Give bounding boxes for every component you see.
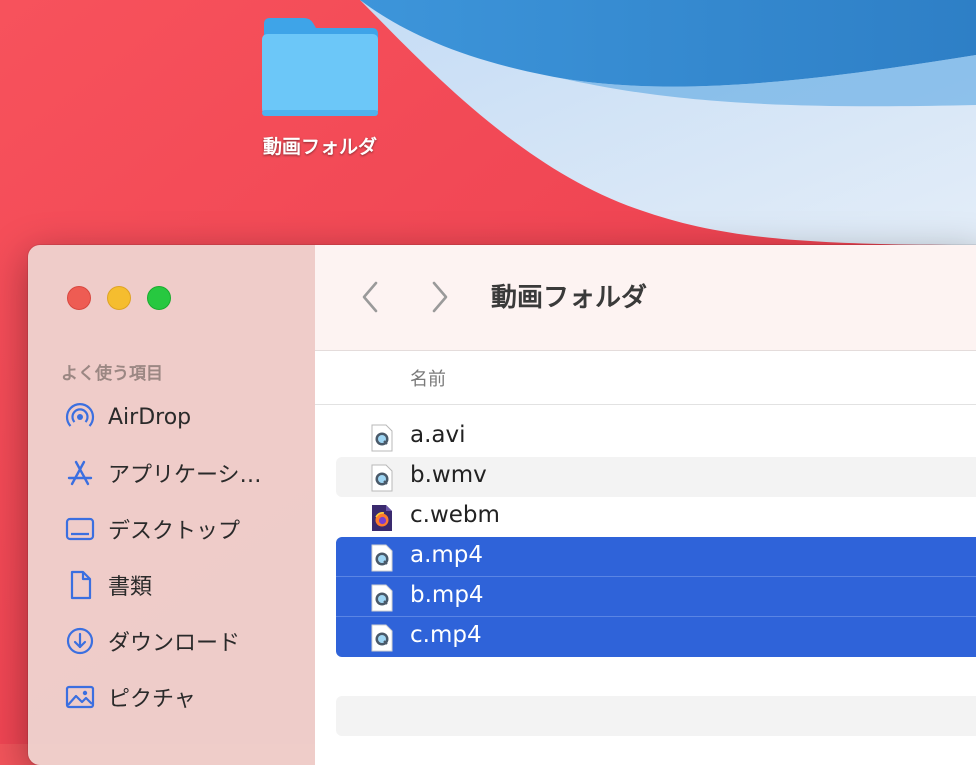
sidebar-item-pictures[interactable]: ピクチャ <box>63 677 303 717</box>
file-row[interactable]: b.mp4 <box>336 577 976 617</box>
file-row[interactable]: b.wmv <box>336 457 976 497</box>
file-row[interactable]: c.mp4 <box>336 617 976 657</box>
folder-icon <box>262 18 378 116</box>
file-name: c.webm <box>410 502 500 528</box>
sidebar-item-applications[interactable]: アプリケーシ… <box>63 453 303 493</box>
file-name: a.avi <box>410 422 466 448</box>
sidebar-item-desktop[interactable]: デスクトップ <box>63 509 303 549</box>
quicktime-file-icon <box>371 544 393 572</box>
applications-icon <box>63 456 97 490</box>
main-content: 動画フォルダ 名前 a.avi b.wmv c.webm a.mp4 b.mp4… <box>315 245 976 765</box>
quicktime-file-icon <box>371 624 393 652</box>
empty-list-row <box>336 696 976 736</box>
airdrop-icon <box>63 400 97 434</box>
quicktime-file-icon <box>371 584 393 612</box>
firefox-file-icon <box>372 505 392 531</box>
sidebar-section-favorites: よく使う項目 <box>61 364 163 384</box>
pictures-icon <box>63 680 97 714</box>
zoom-button[interactable] <box>147 286 171 310</box>
column-header-name[interactable]: 名前 <box>410 365 446 391</box>
file-name: b.wmv <box>410 462 487 488</box>
sidebar-item-documents[interactable]: 書類 <box>63 565 303 605</box>
file-row[interactable]: a.avi <box>336 417 976 457</box>
sidebar-item-label: AirDrop <box>108 404 192 430</box>
sidebar-item-label: デスクトップ <box>108 519 241 544</box>
file-row[interactable]: c.webm <box>336 497 976 537</box>
chevron-right-icon <box>432 281 448 313</box>
desktop-folder[interactable]: 動画フォルダ <box>240 14 400 159</box>
desktop-folder-label: 動画フォルダ <box>262 136 377 158</box>
file-row[interactable]: a.mp4 <box>336 537 976 577</box>
sidebar-item-airdrop[interactable]: AirDrop <box>63 397 303 437</box>
desktop-icon <box>63 512 97 546</box>
quicktime-file-icon <box>371 424 393 452</box>
finder-window: よく使う項目 AirDrop アプリケーシ… デスクトップ 書類 ダウンロード … <box>28 245 976 765</box>
sidebar-item-label: ダウンロード <box>108 631 241 656</box>
sidebar-item-label: アプリケーシ… <box>108 463 262 488</box>
file-name: c.mp4 <box>410 622 482 648</box>
forward-button[interactable] <box>429 279 451 319</box>
sidebar-item-label: 書類 <box>108 575 153 600</box>
file-name: a.mp4 <box>410 542 484 568</box>
window-title: 動画フォルダ <box>491 283 648 313</box>
toolbar: 動画フォルダ <box>315 245 976 351</box>
sidebar: よく使う項目 AirDrop アプリケーシ… デスクトップ 書類 ダウンロード … <box>28 245 316 765</box>
sidebar-item-downloads[interactable]: ダウンロード <box>63 621 303 661</box>
sidebar-item-label: ピクチャ <box>108 687 196 712</box>
close-button[interactable] <box>67 286 91 310</box>
quicktime-file-icon <box>371 464 393 492</box>
column-header: 名前 <box>315 351 976 405</box>
download-icon <box>63 624 97 658</box>
back-button[interactable] <box>359 279 381 319</box>
file-name: b.mp4 <box>410 582 484 608</box>
document-icon <box>63 568 97 602</box>
minimize-button[interactable] <box>107 286 131 310</box>
chevron-left-icon <box>362 281 378 313</box>
